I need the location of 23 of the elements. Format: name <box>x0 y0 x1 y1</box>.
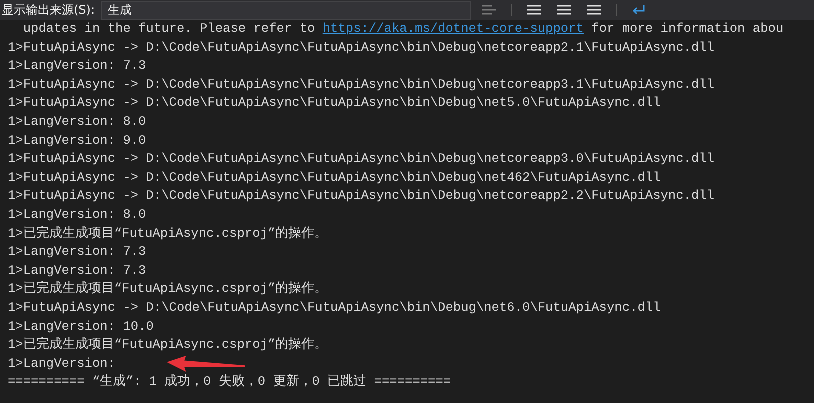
source-label: 显示输出来源(S): <box>1 2 96 18</box>
output-line: 1>LangVersion: <box>8 354 116 373</box>
output-line: 1>LangVersion: 10.0 <box>8 318 154 336</box>
output-line: 1>已完成生成项目“FutuApiAsync.csproj”的操作。 <box>8 224 328 243</box>
output-line: 1>LangVersion: 7.3 <box>8 57 146 76</box>
output-line: updates in the future. Please refer to https://aka.ms/dotnet-core-support for more information abou <box>22 20 784 38</box>
output-line: 1>已完成生成项目“FutuApiAsync.csproj”的操作。 <box>8 336 328 354</box>
output-line: 1>LangVersion: 9.0 <box>8 132 146 150</box>
output-line: 1>LangVersion: 8.0 <box>8 206 146 224</box>
link[interactable]: https://aka.ms/dotnet-core-support <box>322 21 584 36</box>
output-line: ========== “生成”: 1 成功，0 失败，0 更新，0 已跳过 ========== <box>8 373 452 392</box>
output-line: 1>FutuApiAsync -> D:\Code\FutuApiAsync\FutuApiAsync\bin\Debug\net6.0\FutuApiAsync.dll <box>8 298 661 317</box>
output-line: 1>FutuApiAsync -> D:\Code\FutuApiAsync\FutuApiAsync\bin\Debug\net5.0\FutuApiAsync.dll <box>8 94 661 112</box>
output-line: 1>FutuApiAsync -> D:\Code\FutuApiAsync\FutuApiAsync\bin\Debug\net462\FutuApiAsync.dll <box>8 168 661 187</box>
output-line: 1>LangVersion: 7.3 <box>8 243 146 262</box>
source-dropdown[interactable]: 生成 <box>101 0 472 20</box>
output-line: 1>FutuApiAsync -> D:\Code\FutuApiAsync\FutuApiAsync\bin\Debug\netcoreapp2.2\FutuApiAsync.dll <box>8 187 715 206</box>
output-line: 1>LangVersion: 7.3 <box>8 262 146 280</box>
output-line: 1>已完成生成项目“FutuApiAsync.csproj”的操作。 <box>8 280 328 298</box>
output-line: 1>FutuApiAsync -> D:\Code\FutuApiAsync\FutuApiAsync\bin\Debug\netcoreapp3.1\FutuApiAsync.dll <box>8 76 715 94</box>
output-line: 1>FutuApiAsync -> D:\Code\FutuApiAsync\FutuApiAsync\bin\Debug\netcoreapp3.0\FutuApiAsync.dll <box>8 150 715 168</box>
output-line: 1>FutuApiAsync -> D:\Code\FutuApiAsync\FutuApiAsync\bin\Debug\netcoreapp2.1\FutuApiAsync.dll <box>8 38 715 57</box>
output-line: 1>LangVersion: 8.0 <box>8 112 146 131</box>
